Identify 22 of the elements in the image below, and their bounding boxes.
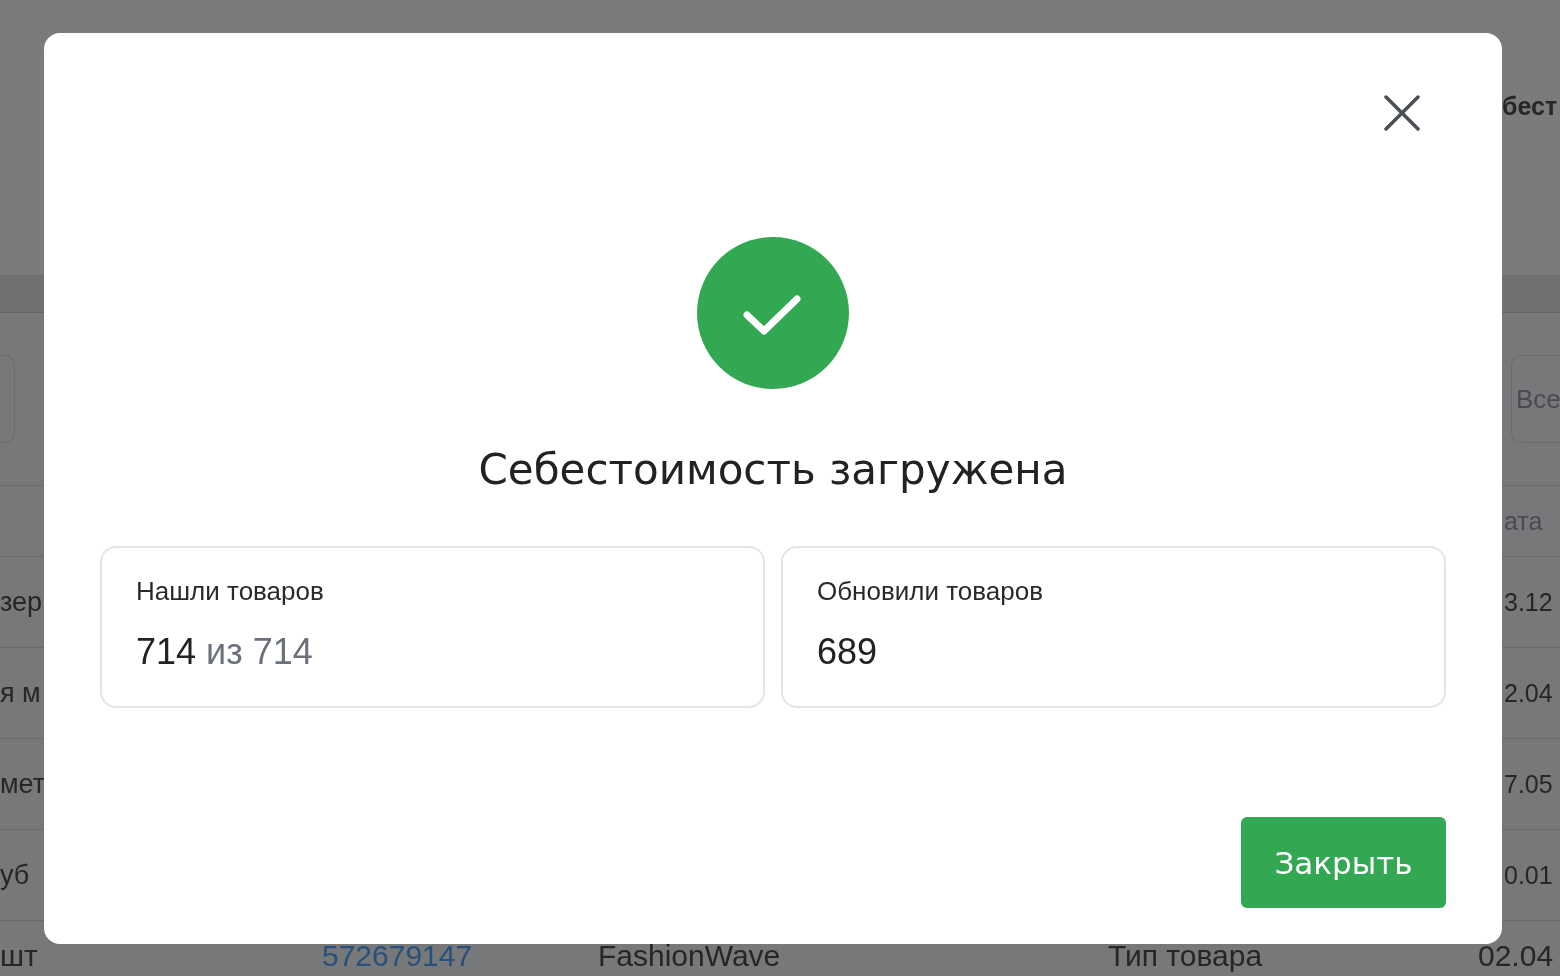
stat-label: Обновили товаров [817,576,1044,607]
success-check-icon [697,237,849,389]
table-cell-text: 3.12 [1504,587,1554,617]
table-cell-text: FashionWave [598,939,782,973]
dialog-title: Себестоимость загружена [478,445,1068,494]
close-button[interactable]: Закрыть [1241,817,1446,908]
close-icon [1384,95,1420,131]
page-title: бест [1502,92,1559,121]
close-button[interactable] [1384,95,1420,131]
table-cell-text: 0.01 [1504,860,1554,890]
stat-value: 689 [817,631,879,673]
stat-value: 714 из 714 [136,631,314,673]
table-cell-text: Тип товара [1108,939,1264,973]
table-cell: 02.04 [1478,939,1552,973]
table-cell: я м [0,677,41,709]
table-cell-text: шт [0,939,39,973]
table-cell: мет [0,768,46,800]
table-cell-text: 7.05 [1504,769,1554,799]
table-cell: зер [0,586,43,618]
table-cell: уб [0,859,30,891]
stat-label: Нашли товаров [136,576,325,607]
table-cell-text: 2.04 [1504,678,1554,708]
